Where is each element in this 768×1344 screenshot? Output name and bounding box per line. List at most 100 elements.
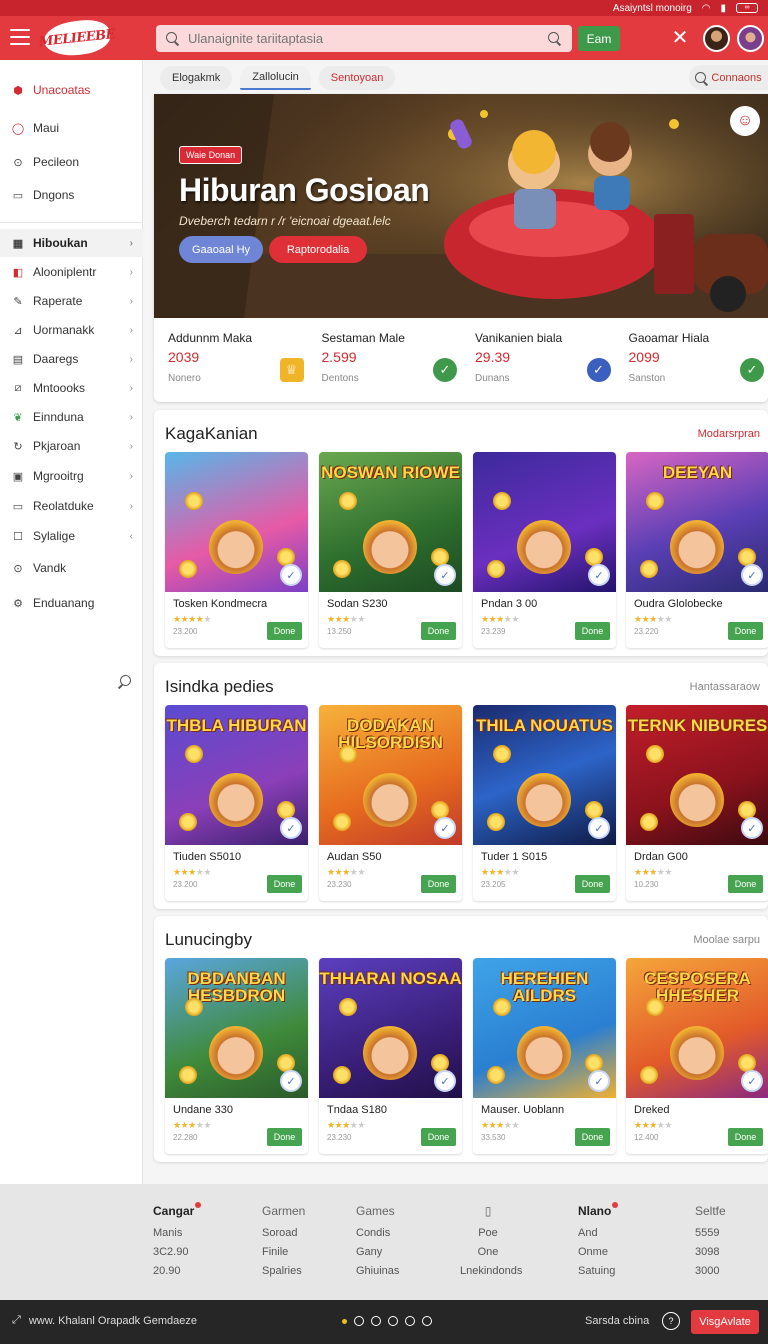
hero-primary-button[interactable]: Gaaoaal Hy	[179, 236, 263, 263]
check-icon: ✓	[740, 358, 764, 382]
tab-elogakmk[interactable]: Elogakmk	[160, 66, 233, 90]
footer-link[interactable]: Gany	[356, 1243, 399, 1262]
section-link[interactable]: Modarsrpran	[698, 428, 760, 440]
play-button[interactable]: Done	[575, 622, 610, 640]
sidebar-item-raperate[interactable]: ✎ Raperate ›	[0, 287, 143, 315]
sidebar-search-icon[interactable]	[117, 675, 131, 689]
play-button[interactable]: Done	[267, 875, 302, 893]
section-link[interactable]: Moolae sarpu	[693, 934, 760, 946]
footer-link[interactable]: Lnekindonds	[460, 1262, 522, 1281]
play-button[interactable]: Done	[421, 622, 456, 640]
pagination-dot-active[interactable]	[342, 1319, 347, 1324]
brand-logo[interactable]: MELIEEBE	[38, 17, 116, 59]
footer-link[interactable]: One	[460, 1243, 516, 1262]
game-thumbnail[interactable]: TERNK NIBURES ✓	[626, 705, 768, 845]
game-card[interactable]: DEEYAN ✓ Oudra Glolobecke ★★★★★ 23.220 Done	[626, 452, 768, 648]
search-bar[interactable]	[156, 25, 572, 52]
sidebar-item-alooniplentr[interactable]: ◧ Alooniplentr ›	[0, 258, 143, 286]
footer-link[interactable]: 20.90	[153, 1262, 201, 1281]
play-button[interactable]: Done	[575, 1128, 610, 1146]
hero-banner[interactable]: Waie Donan Hiburan Gosioan Dveberch teda…	[154, 94, 768, 318]
play-button[interactable]: Done	[728, 1128, 763, 1146]
footer-link[interactable]: 3C2.90	[153, 1243, 201, 1262]
sidebar-item-uormanakk[interactable]: ⊿ Uormanakk ›	[0, 316, 143, 344]
game-card[interactable]: DODAKAN HILSORDISN ✓ Audan S50 ★★★★★ 23.230 D…	[319, 705, 462, 901]
sidebar-item-pecileon[interactable]: ⊙ Pecileon	[0, 148, 143, 176]
menu-icon[interactable]	[10, 29, 30, 45]
sidebar-item-reolatduke[interactable]: ▭ Reolatduke ›	[0, 492, 143, 520]
hero-options-icon[interactable]: ☺	[730, 106, 760, 136]
game-card[interactable]: NOSWAN RIOWE ✓ Sodan S230 ★★★★★ 13.250 Done	[319, 452, 462, 648]
game-thumbnail[interactable]: DEEYAN ✓	[626, 452, 768, 592]
sidebar-item-mntoooks[interactable]: ⧄ Mntoooks ›	[0, 374, 143, 402]
game-card[interactable]: ✓ Tosken Kondmecra ★★★★★ 23.200 Done	[165, 452, 308, 648]
footer-link[interactable]: Satuing	[578, 1262, 618, 1281]
game-thumbnail[interactable]: NOSWAN RIOWE ✓	[319, 452, 462, 592]
game-thumbnail[interactable]: DBDANBAN HESBDRON ✓	[165, 958, 308, 1098]
pagination-dot[interactable]	[354, 1316, 364, 1326]
game-thumbnail[interactable]: DODAKAN HILSORDISN ✓	[319, 705, 462, 845]
footer-link[interactable]: Poe	[460, 1224, 516, 1243]
sidebar-item-daaregs[interactable]: ▤ Daaregs ›	[0, 345, 143, 373]
sidebar-item-pkjaroan[interactable]: ↻ Pkjaroan ›	[0, 432, 143, 460]
sidebar-item-maui[interactable]: ◯ Maui	[0, 114, 143, 142]
game-card[interactable]: TERNK NIBURES ✓ Drdan G00 ★★★★★ 10.230 Done	[626, 705, 768, 901]
sidebar-item-enduanang[interactable]: ⚙ Enduanang	[0, 589, 143, 617]
pagination-dot[interactable]	[405, 1316, 415, 1326]
search-submit-icon[interactable]	[548, 31, 562, 46]
avatar[interactable]	[703, 25, 730, 52]
sidebar-item-einnduna[interactable]: ❦ Einnduna ›	[0, 403, 143, 431]
section-link[interactable]: Hantassaraow	[690, 681, 760, 693]
sidebar-item-mgrooitrg[interactable]: ▣ Mgrooitrg ›	[0, 462, 143, 490]
footer-link[interactable]: Ghiuinas	[356, 1262, 399, 1281]
sidebar-title[interactable]: ⬢ Unacoatas	[0, 76, 143, 104]
play-button[interactable]: Done	[267, 622, 302, 640]
sidebar-item-sylalige[interactable]: ☐ Sylalige ‹	[0, 522, 143, 550]
play-button[interactable]: Done	[267, 1128, 302, 1146]
play-button[interactable]: Done	[728, 875, 763, 893]
play-button[interactable]: Done	[421, 875, 456, 893]
sidebar-item-vandk[interactable]: ⊙ Vandk	[0, 554, 143, 582]
pagination-dot[interactable]	[388, 1316, 398, 1326]
game-thumbnail[interactable]: ✓	[165, 452, 308, 592]
search-button[interactable]: Eam	[578, 26, 620, 51]
avatar-secondary[interactable]	[737, 25, 764, 52]
hero-secondary-button[interactable]: Raptorodalia	[269, 236, 367, 263]
game-thumbnail-title: DBDANBAN HESBDRON	[187, 969, 286, 1005]
help-icon[interactable]: ?	[662, 1312, 680, 1330]
footer-link[interactable]: Manis	[153, 1224, 201, 1243]
play-button[interactable]: Done	[575, 875, 610, 893]
tab-sentoyoan[interactable]: Sentoyoan	[318, 66, 396, 90]
game-card[interactable]: DBDANBAN HESBDRON ✓ Undane 330 ★★★★★ 22.280 D…	[165, 958, 308, 1154]
game-thumbnail[interactable]: HEREHIEN AILDRS ✓	[473, 958, 616, 1098]
footer-link[interactable]: Spalries	[262, 1262, 305, 1281]
play-button[interactable]: Done	[421, 1128, 456, 1146]
footer-link[interactable]: Condis	[356, 1224, 399, 1243]
compare-button[interactable]: Connaons	[689, 65, 768, 90]
expand-icon[interactable]: ⤢	[12, 1314, 21, 1327]
footer-link[interactable]: Onme	[578, 1243, 618, 1262]
game-card[interactable]: THBLA HIBURAN ✓ Tiuden S5010 ★★★★★ 23.200 Don…	[165, 705, 308, 901]
game-thumbnail[interactable]: THILA NOUATUS ✓	[473, 705, 616, 845]
game-thumbnail[interactable]: CESPOSERA HHESHER ✓	[626, 958, 768, 1098]
search-input[interactable]	[188, 31, 548, 46]
pagination-dot[interactable]	[371, 1316, 381, 1326]
pagination-dot[interactable]	[422, 1316, 432, 1326]
footer-link[interactable]: And	[578, 1224, 618, 1243]
game-thumbnail[interactable]: THBLA HIBURAN ✓	[165, 705, 308, 845]
tab-zallolucin[interactable]: Zallolucin	[240, 66, 311, 90]
game-card[interactable]: THHARAI NOSAA ✓ Tndaa S180 ★★★★★ 23.230 Done	[319, 958, 462, 1154]
footer-link[interactable]: Finile	[262, 1243, 305, 1262]
game-card[interactable]: CESPOSERA HHESHER ✓ Dreked ★★★★★ 12.400 Done	[626, 958, 768, 1154]
close-icon[interactable]: ✕	[671, 28, 689, 48]
game-thumbnail[interactable]: THHARAI NOSAA ✓	[319, 958, 462, 1098]
sidebar-item-hiboukan[interactable]: ▦ Hiboukan ›	[0, 229, 143, 257]
footer-link[interactable]: Soroad	[262, 1224, 305, 1243]
game-thumbnail[interactable]: ✓	[473, 452, 616, 592]
bottom-cta-button[interactable]: VisgAvlate	[691, 1310, 759, 1334]
game-card[interactable]: ✓ Pndan 3 00 ★★★★★ 23.239 Done	[473, 452, 616, 648]
sidebar-item-dngons[interactable]: ▭ Dngons	[0, 181, 143, 209]
play-button[interactable]: Done	[728, 622, 763, 640]
game-card[interactable]: HEREHIEN AILDRS ✓ Mauser. Uoblann ★★★★★ 33.5…	[473, 958, 616, 1154]
game-card[interactable]: THILA NOUATUS ✓ Tuder 1 S015 ★★★★★ 23.205 Don…	[473, 705, 616, 901]
